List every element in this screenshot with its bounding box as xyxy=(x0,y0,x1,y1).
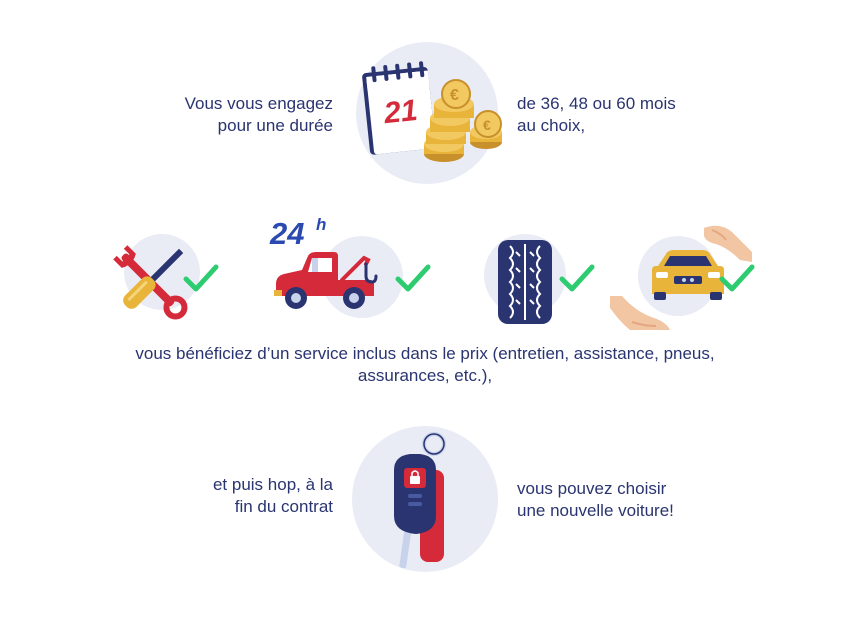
included-services-line1: vous bénéficiez d’un service inclus dans… xyxy=(135,344,715,363)
svg-text:€: € xyxy=(483,117,491,133)
included-services-line2: assurances, etc.), xyxy=(357,366,493,385)
duration-options-line1: de 36, 48 ou 60 mois xyxy=(517,94,676,113)
end-contract-text: et puis hop, à la fin du contrat xyxy=(150,474,333,518)
badge-24: 24 xyxy=(269,216,304,250)
duration-options-line2: au choix, xyxy=(517,116,586,135)
tyre-icon xyxy=(498,240,552,324)
badge-h: h xyxy=(316,215,326,234)
24h-badge: 24 h xyxy=(269,215,326,250)
calendar-coins-icon: 21 € € xyxy=(362,61,502,162)
duration-commit-line1: Vous vous engagez xyxy=(184,94,333,113)
new-car-line1: vous pouvez choisir xyxy=(517,479,667,498)
new-car-line2: une nouvelle voiture! xyxy=(517,501,674,520)
new-car-text: vous pouvez choisir une nouvelle voiture… xyxy=(517,478,737,522)
check-icon-maintenance xyxy=(183,264,219,292)
tow-truck-icon xyxy=(274,252,378,309)
car-key-icon xyxy=(394,432,446,569)
end-contract-line2: fin du contrat xyxy=(234,497,333,516)
calendar-day: 21 xyxy=(381,94,419,130)
end-contract-line1: et puis hop, à la xyxy=(212,475,333,494)
check-icon-tyres xyxy=(559,264,595,292)
duration-commit-line2: pour une durée xyxy=(217,116,333,135)
duration-commit-text: Vous vous engagez pour une durée xyxy=(150,93,333,137)
check-icon-assistance xyxy=(395,264,431,292)
check-icon-insurance xyxy=(719,264,755,292)
duration-options-text: de 36, 48 ou 60 mois au choix, xyxy=(517,93,737,137)
included-services-text: vous bénéficiez d’un service inclus dans… xyxy=(80,343,770,387)
svg-text:€: € xyxy=(450,87,459,104)
